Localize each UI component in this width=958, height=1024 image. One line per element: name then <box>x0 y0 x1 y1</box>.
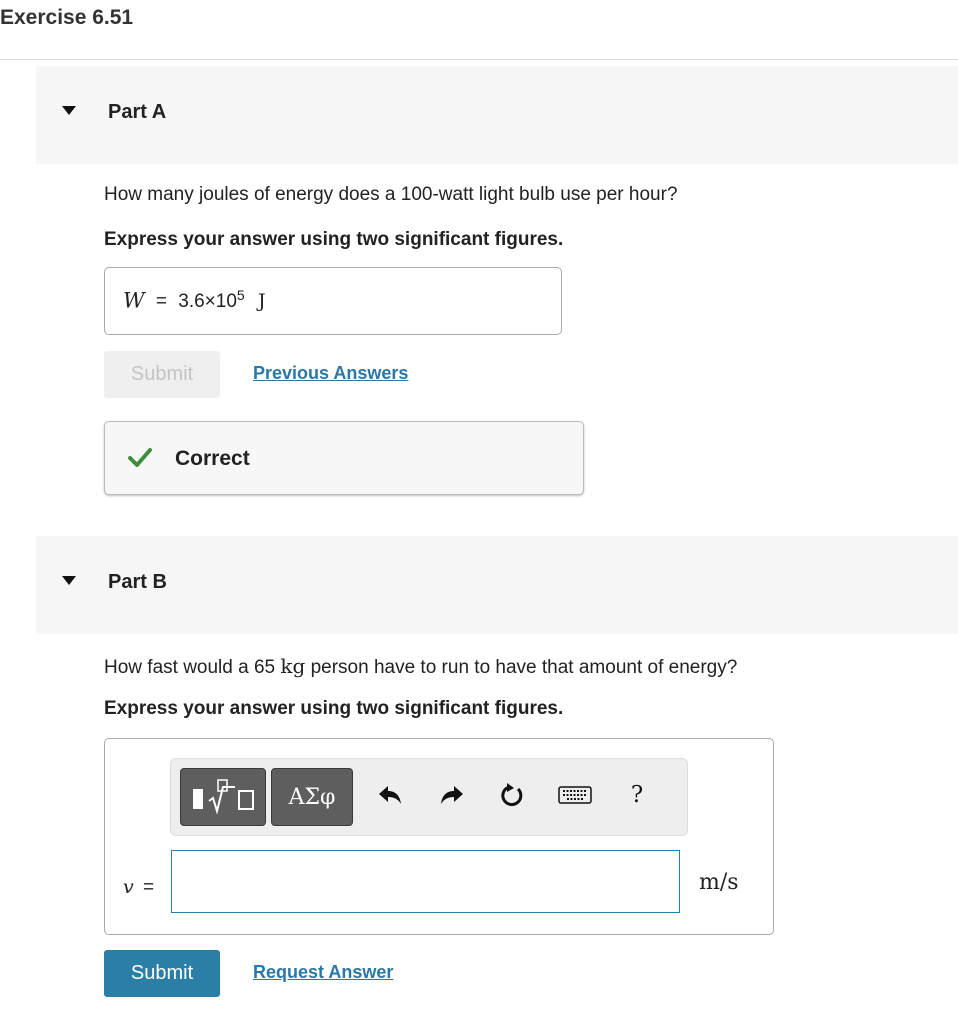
help-button[interactable]: ? <box>621 777 653 813</box>
question-unit: kg <box>280 654 306 678</box>
answer-exponent: 5 <box>236 287 245 303</box>
part-b-label: Part B <box>108 571 167 593</box>
undo-icon <box>379 786 401 804</box>
keyboard-icon <box>558 786 592 804</box>
feedback-status: Correct <box>175 447 250 470</box>
greek-symbols-button[interactable]: ΑΣφ <box>271 768 353 826</box>
part-a-header[interactable]: Part A <box>36 66 958 164</box>
template-button[interactable] <box>180 768 266 826</box>
request-answer-link[interactable]: Request Answer <box>253 962 393 983</box>
feedback-box: Correct <box>104 421 584 495</box>
undo-button[interactable] <box>374 777 406 813</box>
page-title: Exercise 6.51 <box>0 6 134 29</box>
answer-equals: = <box>155 291 167 313</box>
answer-editor: ΑΣφ ? v = m/s <box>104 738 774 935</box>
reset-button[interactable] <box>496 777 528 813</box>
part-a-instruction: Express your answer using two significan… <box>104 229 564 250</box>
part-a-question: How many joules of energy does a 100-wat… <box>104 184 678 205</box>
divider <box>0 59 958 60</box>
answer-expression: W = 3.6×105 J <box>123 287 266 313</box>
velocity-equals: = <box>143 877 155 898</box>
part-b-submit-button[interactable]: Submit <box>104 950 220 997</box>
keyboard-button[interactable] <box>555 777 595 813</box>
template-sqrt-icon <box>193 779 254 815</box>
collapse-triangle-icon[interactable] <box>62 576 76 585</box>
redo-icon <box>441 786 463 804</box>
part-b-instruction: Express your answer using two significan… <box>104 698 564 719</box>
velocity-input[interactable] <box>171 850 680 913</box>
part-a-submit-button[interactable]: Submit <box>104 351 220 398</box>
math-toolbar: ΑΣφ ? <box>170 758 688 836</box>
velocity-label: v = <box>123 876 154 899</box>
question-text-end: person have to run to have that amount o… <box>305 657 738 678</box>
part-b-header[interactable]: Part B <box>36 536 958 634</box>
part-a-label: Part A <box>108 101 167 123</box>
part-b-question: How fast would a 65 kg person have to ru… <box>104 654 737 679</box>
collapse-triangle-icon[interactable] <box>62 106 76 115</box>
answer-mantissa: 3.6×10 <box>178 291 237 313</box>
redo-button[interactable] <box>436 777 468 813</box>
question-text-start: How fast would a 65 <box>104 657 281 678</box>
answer-variable: W <box>123 288 145 313</box>
check-icon <box>128 448 152 467</box>
velocity-variable: v <box>123 876 134 898</box>
previous-answers-link[interactable]: Previous Answers <box>253 363 408 384</box>
velocity-unit: m/s <box>699 870 739 895</box>
answer-unit: J <box>258 290 266 313</box>
reset-icon <box>501 783 523 807</box>
part-a-answer-display: W = 3.6×105 J <box>104 267 562 335</box>
